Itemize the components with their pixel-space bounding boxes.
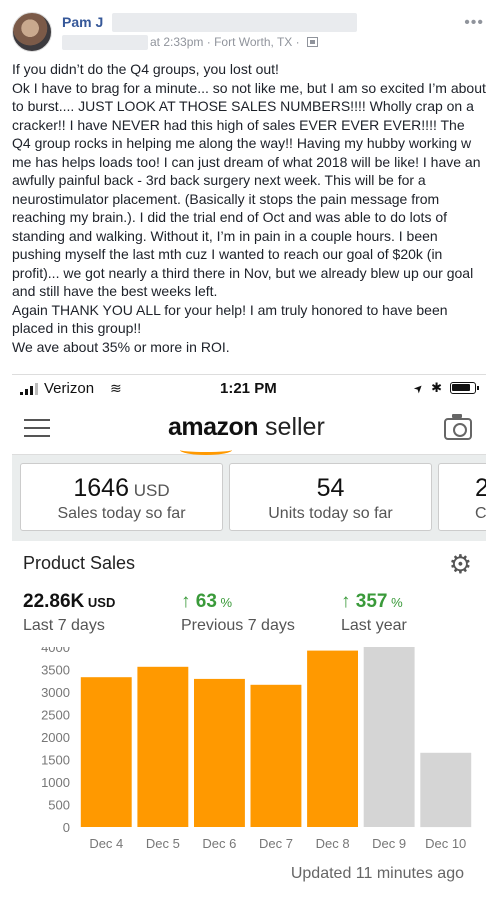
y-tick-label: 500	[48, 798, 70, 813]
phone-clock: 1:21 PM	[220, 380, 277, 397]
metric-value: 63	[190, 591, 217, 612]
post-meta: at 2:33pm · Fort Worth, TX ·	[150, 35, 318, 49]
camera-icon[interactable]	[444, 414, 472, 440]
meta-separator-2: ·	[295, 35, 300, 49]
post-paragraph: Again THANK YOU ALL for your help! I am …	[12, 301, 448, 337]
bar-dec-4[interactable]	[80, 677, 132, 827]
panel-title: Product Sales	[23, 553, 136, 573]
arrow-up-icon: ↑	[341, 591, 351, 612]
arrow-up-icon: ↑	[181, 591, 191, 612]
metric-value: 357	[350, 591, 388, 612]
currency-unit: USD	[129, 481, 170, 500]
metric-label: Last year	[341, 617, 407, 634]
post-paragraph: If you didn’t do the Q4 groups, you lost…	[12, 61, 279, 77]
units-today-value: 54	[316, 474, 345, 502]
redacted-name	[112, 13, 357, 32]
bar-dec-5[interactable]	[137, 666, 189, 827]
amazon-smile-icon	[180, 445, 232, 455]
bar-dec-9[interactable]	[363, 647, 415, 827]
post-paragraph: Ok I have to brag for a minute... so not…	[12, 79, 486, 300]
y-tick-label: 3500	[41, 663, 70, 678]
audience-icon[interactable]	[307, 37, 318, 47]
post-paragraph: We ave about 35% or more in ROI.	[12, 338, 230, 355]
y-tick-label: 2500	[41, 708, 70, 723]
bar-dec-6[interactable]	[194, 678, 245, 827]
sales-today-value: 1646	[73, 474, 129, 502]
menu-icon[interactable]	[24, 417, 50, 439]
x-tick-label: Dec 7	[259, 836, 293, 851]
metric-label: Last 7 days	[23, 617, 105, 634]
post-header: Pam J at 2:33pm · Fort Worth, TX · •••	[12, 10, 486, 56]
metric-value: 22.86K	[23, 591, 85, 612]
metric-previous-7-days: ↑ 63 % Previous 7 days	[181, 591, 295, 635]
meta-separator: ·	[206, 35, 211, 49]
gear-icon[interactable]: ⚙	[449, 551, 472, 577]
updated-timestamp: Updated 11 minutes ago	[290, 865, 464, 882]
attached-screenshot[interactable]: Verizon ≋ 1:21 PM ➤ ✱ amazon seller 1646…	[12, 374, 486, 898]
card-label: Sales today so far	[57, 505, 186, 522]
metric-unit: USD	[84, 595, 116, 610]
author-name[interactable]: Pam J	[62, 14, 103, 30]
post-location[interactable]: Fort Worth, TX	[214, 35, 292, 49]
y-tick-label: 1500	[41, 753, 70, 768]
bluetooth-icon: ✱	[431, 380, 442, 395]
y-tick-label: 3000	[41, 685, 70, 700]
more-options-button[interactable]: •••	[464, 14, 484, 32]
bar-dec-8[interactable]	[307, 650, 358, 827]
redacted-date	[62, 35, 148, 50]
x-tick-label: Dec 10	[425, 836, 466, 851]
logo-seller-text: seller	[258, 413, 325, 441]
sales-today-card[interactable]: 1646 USD Sales today so far	[20, 463, 223, 531]
location-icon: ➤	[411, 380, 427, 396]
amazon-seller-logo: amazon seller	[168, 413, 325, 442]
percent-sign: %	[387, 595, 403, 610]
metric-last-7-days: 22.86K USD Last 7 days	[23, 591, 115, 635]
card-label: Units today so far	[268, 505, 393, 522]
x-tick-label: Dec 6	[202, 836, 236, 851]
x-tick-label: Dec 8	[316, 836, 350, 851]
card-value: 2	[475, 474, 486, 503]
sales-bar-chart: 0 500 1000 1500 2000 2500 3000 3500 4000 Dec 4 Dec…	[12, 647, 486, 877]
wifi-icon: ≋	[110, 380, 122, 396]
units-today-card[interactable]: 54 Units today so far	[229, 463, 432, 531]
x-tick-label: Dec 9	[372, 836, 406, 851]
percent-sign: %	[216, 595, 233, 610]
metric-label: Previous 7 days	[181, 617, 295, 634]
y-tick-label: 4000	[41, 647, 70, 655]
logo-amazon-text: amazon	[168, 413, 259, 441]
carrier-name: Verizon	[44, 380, 95, 397]
x-tick-label: Dec 4	[89, 836, 123, 851]
y-tick-label: 0	[63, 820, 70, 835]
app-bar: amazon seller	[12, 403, 486, 455]
metric-last-year: ↑ 357 % Last year	[341, 591, 407, 635]
y-tick-label: 2000	[41, 730, 70, 745]
x-tick-label: Dec 5	[146, 836, 180, 851]
avatar[interactable]	[12, 12, 52, 52]
battery-icon	[450, 382, 479, 394]
post-time[interactable]: at 2:33pm	[150, 35, 203, 49]
phone-status-bar: Verizon ≋ 1:21 PM ➤ ✱	[12, 375, 486, 403]
y-tick-label: 1000	[41, 775, 70, 790]
signal-icon	[20, 383, 42, 395]
bar-dec-7[interactable]	[250, 684, 302, 827]
status-icons: ➤ ✱	[411, 380, 479, 396]
chart-svg: 0 500 1000 1500 2000 2500 3000 3500 4000 Dec 4 Dec…	[41, 647, 472, 851]
post-text: If you didn’t do the Q4 groups, you lost…	[12, 60, 486, 356]
card-value: 1646 USD	[21, 474, 222, 503]
bar-dec-10[interactable]	[420, 752, 472, 828]
card-value: 54	[230, 474, 431, 503]
card-label: C	[475, 505, 486, 522]
partial-card[interactable]: 2 C	[438, 463, 486, 531]
